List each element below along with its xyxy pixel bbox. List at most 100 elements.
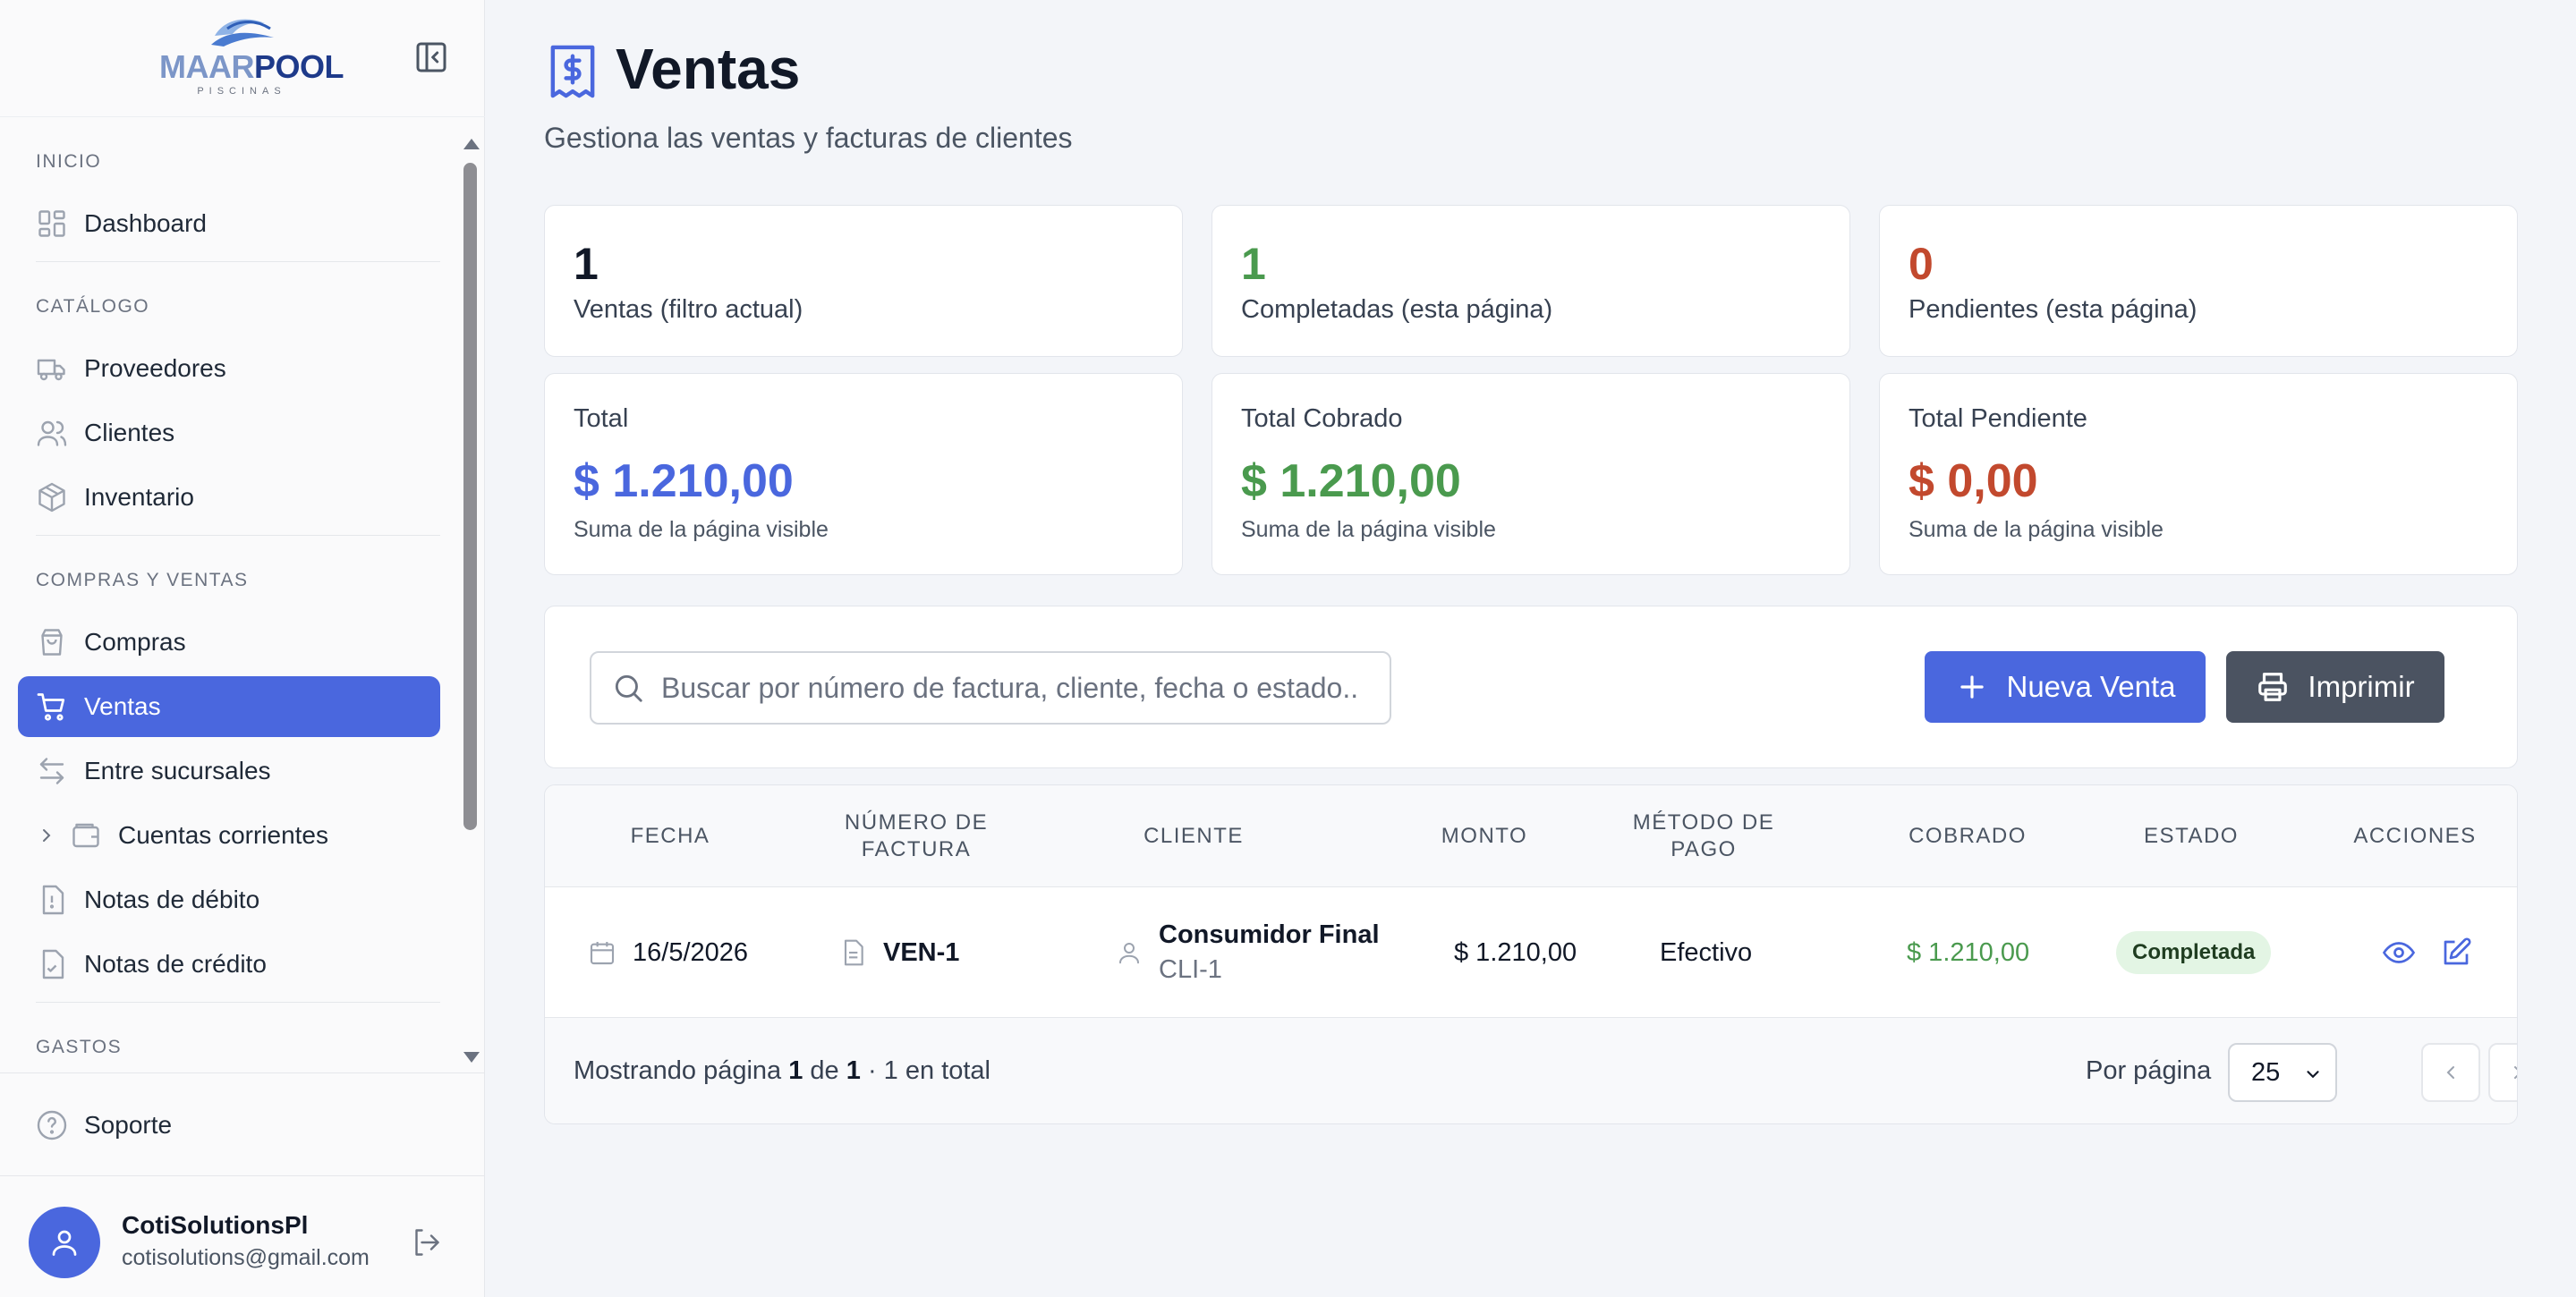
file-check-icon: [36, 948, 68, 980]
sidebar-item-dashboard[interactable]: Dashboard: [18, 193, 440, 254]
cell-fecha: 16/5/2026: [588, 887, 748, 1018]
main-content: Ventas Gestiona las ventas y facturas de…: [485, 0, 2576, 1297]
sidebar-item-label: Cuentas corrientes: [118, 821, 329, 849]
client-code: CLI-1: [1159, 955, 1222, 984]
total-label: Total: [574, 404, 629, 433]
sidebar-item-label: Notas de débito: [84, 886, 260, 913]
stat-value: 1: [574, 239, 599, 289]
sidebar-item-label: Inventario: [84, 483, 194, 511]
divider: [36, 1002, 440, 1003]
edit-icon[interactable]: [2440, 937, 2472, 969]
brand-logo[interactable]: MAARPOOL PISCINAS: [159, 14, 344, 98]
cell-cliente: Consumidor Final CLI-1: [1116, 887, 1380, 1018]
collapse-sidebar-icon[interactable]: [413, 39, 449, 75]
chevron-right-icon: [2514, 1066, 2517, 1079]
print-button[interactable]: Imprimir: [2226, 651, 2444, 723]
header-fecha[interactable]: FECHA: [581, 785, 760, 887]
search-input[interactable]: [661, 671, 1359, 705]
header-cliente[interactable]: CLIENTE: [1082, 785, 1305, 887]
sidebar-item-ventas[interactable]: Ventas: [18, 676, 440, 737]
scroll-down-arrow-icon[interactable]: [463, 1052, 480, 1063]
cell-estado: Completada: [2116, 887, 2272, 1018]
per-page-select[interactable]: 25: [2228, 1043, 2337, 1102]
eye-icon[interactable]: [2383, 937, 2415, 969]
wallet-icon: [70, 819, 102, 852]
sidebar-item-label: Ventas: [84, 692, 161, 720]
user-icon: [52, 1230, 77, 1256]
header-cobrado[interactable]: COBRADO: [1878, 785, 2057, 887]
user-name: CotiSolutionsPl: [122, 1211, 309, 1239]
sidebar-item-clientes[interactable]: Clientes: [18, 403, 440, 463]
prev-page-button[interactable]: [2421, 1043, 2480, 1102]
truck-icon: [36, 352, 68, 385]
header-metodo-pago[interactable]: MÉTODO DE PAGO: [1601, 785, 1807, 887]
sidebar-item-notas-debito[interactable]: Notas de débito: [18, 869, 440, 930]
receipt-dollar-icon: [546, 43, 599, 100]
logout-icon[interactable]: [410, 1226, 442, 1259]
stat-label: Completadas (esta página): [1241, 295, 1553, 324]
new-sale-label: Nueva Venta: [2006, 670, 2176, 703]
box-icon: [36, 481, 68, 513]
chevron-right-icon[interactable]: [36, 825, 57, 846]
table-row[interactable]: 16/5/2026 VEN-1 Consumidor Final CLI-1 $…: [545, 887, 2517, 1018]
chevron-down-icon: [2303, 1064, 2323, 1084]
section-title-inicio: INICIO: [36, 151, 102, 172]
sidebar-item-label: Notas de crédito: [84, 950, 267, 978]
avatar[interactable]: [29, 1207, 100, 1278]
wave-icon: [211, 19, 274, 47]
search-box[interactable]: [590, 651, 1391, 725]
cell-cobrado: $ 1.210,00: [1907, 937, 2030, 967]
sidebar-item-notas-credito[interactable]: Notas de crédito: [18, 934, 440, 995]
file-alert-icon: [36, 884, 68, 916]
header-monto[interactable]: MONTO: [1404, 785, 1565, 887]
logo-subtitle: PISCINAS: [197, 86, 286, 97]
document-icon: [838, 938, 867, 967]
total-value: $ 0,00: [1909, 455, 2038, 507]
total-card: Total $ 1.210,00 Suma de la página visib…: [544, 373, 1183, 575]
new-sale-button[interactable]: Nueva Venta: [1925, 651, 2206, 723]
sidebar-item-inventario[interactable]: Inventario: [18, 467, 440, 528]
page-title: Ventas: [616, 37, 801, 101]
total-value: $ 1.210,00: [1241, 455, 1461, 507]
client-name: Consumidor Final: [1159, 920, 1380, 949]
chevron-left-icon: [2446, 1066, 2454, 1079]
sidebar-item-label: Clientes: [84, 419, 175, 446]
pagination-summary: Mostrando página 1 de 1 · 1 en total: [574, 1056, 990, 1085]
plus-icon: [1955, 670, 1989, 704]
user-email: cotisolutions@gmail.com: [122, 1245, 370, 1270]
sidebar-item-proveedores[interactable]: Proveedores: [18, 338, 440, 399]
search-icon: [611, 671, 645, 705]
total-note: Suma de la página visible: [574, 517, 829, 542]
user-icon: [1116, 939, 1143, 966]
scroll-up-arrow-icon[interactable]: [463, 139, 480, 149]
sidebar-item-entre-sucursales[interactable]: Entre sucursales: [18, 741, 440, 801]
sidebar-item-label: Soporte: [84, 1111, 173, 1139]
sales-table: FECHA NÚMERO DE FACTURA CLIENTE MONTO MÉT…: [544, 784, 2518, 1124]
total-cobrado-card: Total Cobrado $ 1.210,00 Suma de la pági…: [1211, 373, 1850, 575]
total-note: Suma de la página visible: [1241, 517, 1496, 542]
stat-card-pendientes: 0 Pendientes (esta página): [1879, 205, 2518, 357]
section-title-compras-ventas: COMPRAS Y VENTAS: [36, 570, 249, 590]
cell-acciones: [2383, 887, 2472, 1018]
sidebar-scrollbar[interactable]: [463, 163, 477, 830]
cell-metodo-pago: Efectivo: [1660, 937, 1753, 967]
stat-label: Ventas (filtro actual): [574, 295, 803, 324]
header-numero-factura[interactable]: NÚMERO DE FACTURA: [813, 785, 1019, 887]
sidebar-item-cuentas-corrientes[interactable]: Cuentas corrientes: [18, 805, 440, 866]
table-header: FECHA NÚMERO DE FACTURA CLIENTE MONTO MÉT…: [545, 785, 2517, 887]
user-profile: CotiSolutionsPl cotisolutions@gmail.com: [0, 1176, 485, 1297]
sidebar-item-soporte[interactable]: Soporte: [18, 1095, 440, 1156]
logo-text: MAARPOOL: [159, 48, 344, 85]
support-area: Soporte: [0, 1072, 485, 1176]
print-label: Imprimir: [2308, 670, 2415, 703]
printer-icon: [2256, 670, 2290, 704]
shopping-bag-icon: [36, 626, 68, 658]
per-page-label: Por página: [2086, 1056, 2212, 1085]
total-label: Total Cobrado: [1241, 404, 1403, 433]
total-note: Suma de la página visible: [1909, 517, 2164, 542]
next-page-button[interactable]: [2488, 1043, 2517, 1102]
calendar-icon: [588, 938, 616, 967]
toolbar-card: Nueva Venta Imprimir: [544, 606, 2518, 768]
header-estado[interactable]: ESTADO: [2102, 785, 2281, 887]
sidebar-item-compras[interactable]: Compras: [18, 612, 440, 673]
